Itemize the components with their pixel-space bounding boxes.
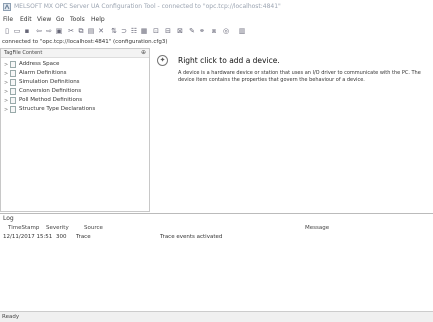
connection-bar: connected to "opc.tcp://localhost:4841" … bbox=[0, 39, 433, 47]
structure-icon bbox=[10, 106, 16, 113]
back-icon[interactable]: ⇦ bbox=[35, 27, 43, 35]
tree-item-label: Address Space bbox=[19, 61, 60, 67]
menu-go[interactable]: Go bbox=[56, 16, 64, 23]
copy-icon[interactable]: ⧉ bbox=[77, 27, 85, 35]
info-heading: Right click to add a device. bbox=[178, 56, 280, 65]
new-item-icon[interactable]: ⊡ bbox=[152, 27, 160, 35]
app-icon bbox=[3, 3, 11, 11]
col-source[interactable]: Source bbox=[84, 225, 103, 231]
info-description: A device is a hardware device or station… bbox=[178, 70, 421, 83]
edit-icon[interactable]: ✎ bbox=[188, 27, 196, 35]
window-title: MELSOFT MX OPC Server UA Configuration T… bbox=[14, 3, 281, 10]
menu-help[interactable]: Help bbox=[91, 16, 105, 23]
alarm-icon bbox=[10, 70, 16, 77]
menu-file[interactable]: File bbox=[3, 16, 13, 23]
forward-icon[interactable]: ⇨ bbox=[45, 27, 53, 35]
cut-icon[interactable]: ✂ bbox=[67, 27, 75, 35]
col-timestamp[interactable]: TimeStamp bbox=[8, 225, 39, 231]
log-row[interactable]: 12/11/2017 15:51 300 Trace Trace events … bbox=[0, 234, 433, 242]
new-icon[interactable]: ▯ bbox=[3, 27, 11, 35]
refresh-icon[interactable]: ▣ bbox=[55, 27, 63, 35]
status-text: Ready bbox=[2, 314, 20, 320]
paste-icon[interactable]: ▤ bbox=[87, 27, 95, 35]
pin-icon[interactable]: ⊕ bbox=[141, 49, 146, 56]
tree-item-label: Structure Type Declarations bbox=[19, 106, 96, 112]
filter-icon[interactable]: ⊃ bbox=[120, 27, 128, 35]
document-icon bbox=[10, 88, 16, 95]
delete-icon[interactable]: ✕ bbox=[97, 27, 105, 35]
log-severity: 300 bbox=[56, 234, 67, 240]
script-icon[interactable]: ⊠ bbox=[176, 27, 184, 35]
help-icon[interactable]: ▥ bbox=[238, 27, 246, 35]
title-bar: MELSOFT MX OPC Server UA Configuration T… bbox=[0, 0, 433, 14]
link-icon[interactable]: ⚭ bbox=[198, 27, 206, 35]
menu-edit[interactable]: Edit bbox=[20, 16, 32, 23]
tree-pane: TagFile Content ⊕ > Address Space > Alar… bbox=[0, 48, 150, 212]
toolbar: ▯ ▭ ▪ ⇦ ⇨ ▣ ✂ ⧉ ▤ ✕ ⇅ ⊃ ☷ ▦ ⊡ ⊟ ⊠ ✎ ⚭ ⧈ … bbox=[0, 26, 433, 37]
menu-tools[interactable]: Tools bbox=[70, 16, 85, 23]
table-icon[interactable]: ☷ bbox=[130, 27, 138, 35]
tree-header-title: TagFile Content bbox=[4, 50, 43, 56]
connection-text: connected to "opc.tcp://localhost:4841" … bbox=[2, 39, 168, 45]
log-title: Log bbox=[3, 215, 14, 222]
menu-view[interactable]: View bbox=[37, 16, 51, 23]
log-source: Trace bbox=[76, 234, 91, 240]
tree-item-label: Conversion Definitions bbox=[19, 88, 82, 94]
info-pane: ✦ Right click to add a device. A device … bbox=[151, 48, 433, 212]
expand-icon[interactable]: > bbox=[4, 89, 9, 95]
grid-icon[interactable]: ▦ bbox=[140, 27, 148, 35]
tree-header: TagFile Content bbox=[1, 49, 149, 58]
save-icon[interactable]: ▪ bbox=[23, 27, 31, 35]
open-icon[interactable]: ▭ bbox=[13, 27, 21, 35]
lightbulb-icon: ✦ bbox=[157, 55, 168, 66]
document-icon bbox=[10, 79, 16, 86]
status-bar: Ready bbox=[0, 311, 433, 322]
log-message: Trace events activated bbox=[160, 234, 223, 240]
log-pane: Log TimeStamp Severity Source Message 12… bbox=[0, 213, 433, 311]
document-icon bbox=[10, 97, 16, 104]
col-severity[interactable]: Severity bbox=[46, 225, 69, 231]
folder-icon bbox=[10, 61, 16, 68]
expand-icon[interactable]: > bbox=[4, 107, 9, 113]
watch-icon[interactable]: ◎ bbox=[222, 27, 230, 35]
expand-icon[interactable]: > bbox=[4, 98, 9, 104]
tree-item-label: Alarm Definitions bbox=[19, 70, 67, 76]
tree-item-label: Poll Method Definitions bbox=[19, 97, 83, 103]
log-column-headers: TimeStamp Severity Source Message bbox=[0, 225, 433, 233]
log-timestamp: 12/11/2017 15:51 bbox=[3, 234, 53, 240]
sort-icon[interactable]: ⇅ bbox=[110, 27, 118, 35]
device-icon[interactable]: ⧈ bbox=[210, 27, 218, 35]
tree-item-label: Simulation Definitions bbox=[19, 79, 80, 85]
properties-icon[interactable]: ⊟ bbox=[164, 27, 172, 35]
expand-icon[interactable]: > bbox=[4, 80, 9, 86]
col-message[interactable]: Message bbox=[305, 225, 329, 231]
expand-icon[interactable]: > bbox=[4, 71, 9, 77]
menu-bar: File Edit View Go Tools Help bbox=[0, 15, 433, 25]
expand-icon[interactable]: > bbox=[4, 62, 9, 68]
